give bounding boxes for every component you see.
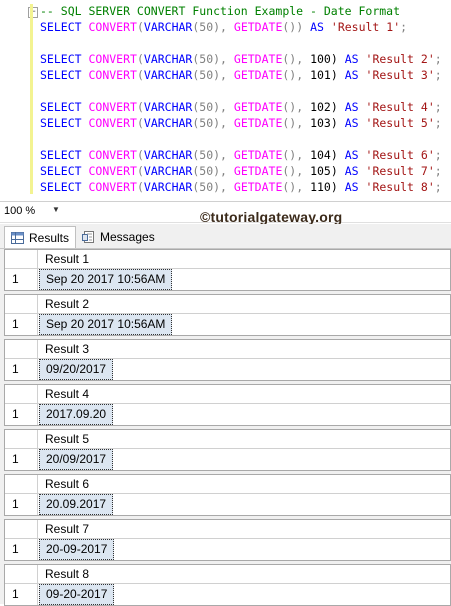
row-number[interactable]: 1 — [12, 360, 19, 378]
messages-icon — [82, 230, 94, 243]
results-tabbar: Results Messages — [0, 224, 451, 249]
row-number[interactable]: 1 — [12, 495, 19, 513]
result-grid[interactable]: Result 5 1 20/09/2017 — [4, 429, 451, 471]
divider — [37, 565, 38, 605]
column-header[interactable]: Result 1 — [39, 250, 89, 268]
code-line: SELECT CONVERT(VARCHAR(50), GETDATE()) A… — [40, 20, 408, 34]
column-header[interactable]: Result 4 — [39, 385, 89, 403]
code-line: SELECT CONVERT(VARCHAR(50), GETDATE(), 1… — [40, 116, 442, 130]
result-grid[interactable]: Result 7 1 20-09-2017 — [4, 519, 451, 561]
row-number[interactable]: 1 — [12, 270, 19, 288]
watermark: ©tutorialgateway.org — [200, 209, 343, 225]
result-grid[interactable]: Result 6 1 20.09.2017 — [4, 474, 451, 516]
row-number[interactable]: 1 — [12, 585, 19, 603]
result-cell[interactable]: Sep 20 2017 10:56AM — [39, 269, 173, 290]
column-header[interactable]: Result 6 — [39, 475, 89, 493]
divider — [37, 250, 38, 290]
result-grid[interactable]: Result 3 1 09/20/2017 — [4, 339, 451, 381]
result-cell[interactable]: 09-20-2017 — [39, 584, 115, 605]
editor-gutter — [0, 0, 28, 201]
results-pane: Result 1 1 Sep 20 2017 10:56AM Result 2 … — [0, 249, 451, 606]
grid-icon — [11, 231, 24, 244]
zoom-level-dropdown[interactable]: 100 % — [4, 205, 35, 217]
tab-results-label: Results — [29, 230, 70, 245]
row-number[interactable]: 1 — [12, 450, 19, 468]
result-grid[interactable]: Result 4 1 2017.09.20 — [4, 384, 451, 426]
column-header[interactable]: Result 2 — [39, 295, 89, 313]
row-number[interactable]: 1 — [12, 405, 19, 423]
divider — [37, 295, 38, 335]
divider — [37, 520, 38, 560]
divider — [37, 430, 38, 470]
row-number[interactable]: 1 — [12, 540, 19, 558]
change-tracking-bar — [30, 4, 33, 194]
query-editor[interactable]: − -- SQL SERVER CONVERT Function Example… — [0, 0, 451, 202]
column-header[interactable]: Result 8 — [39, 565, 89, 583]
column-header[interactable]: Result 3 — [39, 340, 89, 358]
code-line: SELECT CONVERT(VARCHAR(50), GETDATE(), 1… — [40, 148, 442, 162]
result-cell[interactable]: 20/09/2017 — [39, 449, 114, 470]
code-line: SELECT CONVERT(VARCHAR(50), GETDATE(), 1… — [40, 52, 442, 66]
code-line: SELECT CONVERT(VARCHAR(50), GETDATE(), 1… — [40, 180, 442, 194]
code-line: SELECT CONVERT(VARCHAR(50), GETDATE(), 1… — [40, 164, 442, 178]
chevron-down-icon[interactable]: ▼ — [52, 205, 60, 214]
divider — [37, 385, 38, 425]
code-comment: -- SQL SERVER CONVERT Function Example -… — [40, 4, 401, 18]
divider — [37, 475, 38, 515]
tab-messages[interactable]: Messages — [78, 226, 159, 247]
divider — [37, 340, 38, 380]
column-header[interactable]: Result 7 — [39, 520, 89, 538]
code-line: SELECT CONVERT(VARCHAR(50), GETDATE(), 1… — [40, 68, 442, 82]
tab-messages-label: Messages — [100, 229, 155, 244]
result-cell[interactable]: Sep 20 2017 10:56AM — [39, 314, 173, 335]
row-number[interactable]: 1 — [12, 315, 19, 333]
result-cell[interactable]: 20-09-2017 — [39, 539, 115, 560]
column-header[interactable]: Result 5 — [39, 430, 89, 448]
result-grid[interactable]: Result 2 1 Sep 20 2017 10:56AM — [4, 294, 451, 336]
result-cell[interactable]: 20.09.2017 — [39, 494, 114, 515]
result-grid[interactable]: Result 1 1 Sep 20 2017 10:56AM — [4, 249, 451, 291]
result-grid[interactable]: Result 8 1 09-20-2017 — [4, 564, 451, 606]
code-line: SELECT CONVERT(VARCHAR(50), GETDATE(), 1… — [40, 100, 442, 114]
result-cell[interactable]: 2017.09.20 — [39, 404, 114, 425]
result-cell[interactable]: 09/20/2017 — [39, 359, 114, 380]
tab-results[interactable]: Results — [4, 226, 77, 248]
